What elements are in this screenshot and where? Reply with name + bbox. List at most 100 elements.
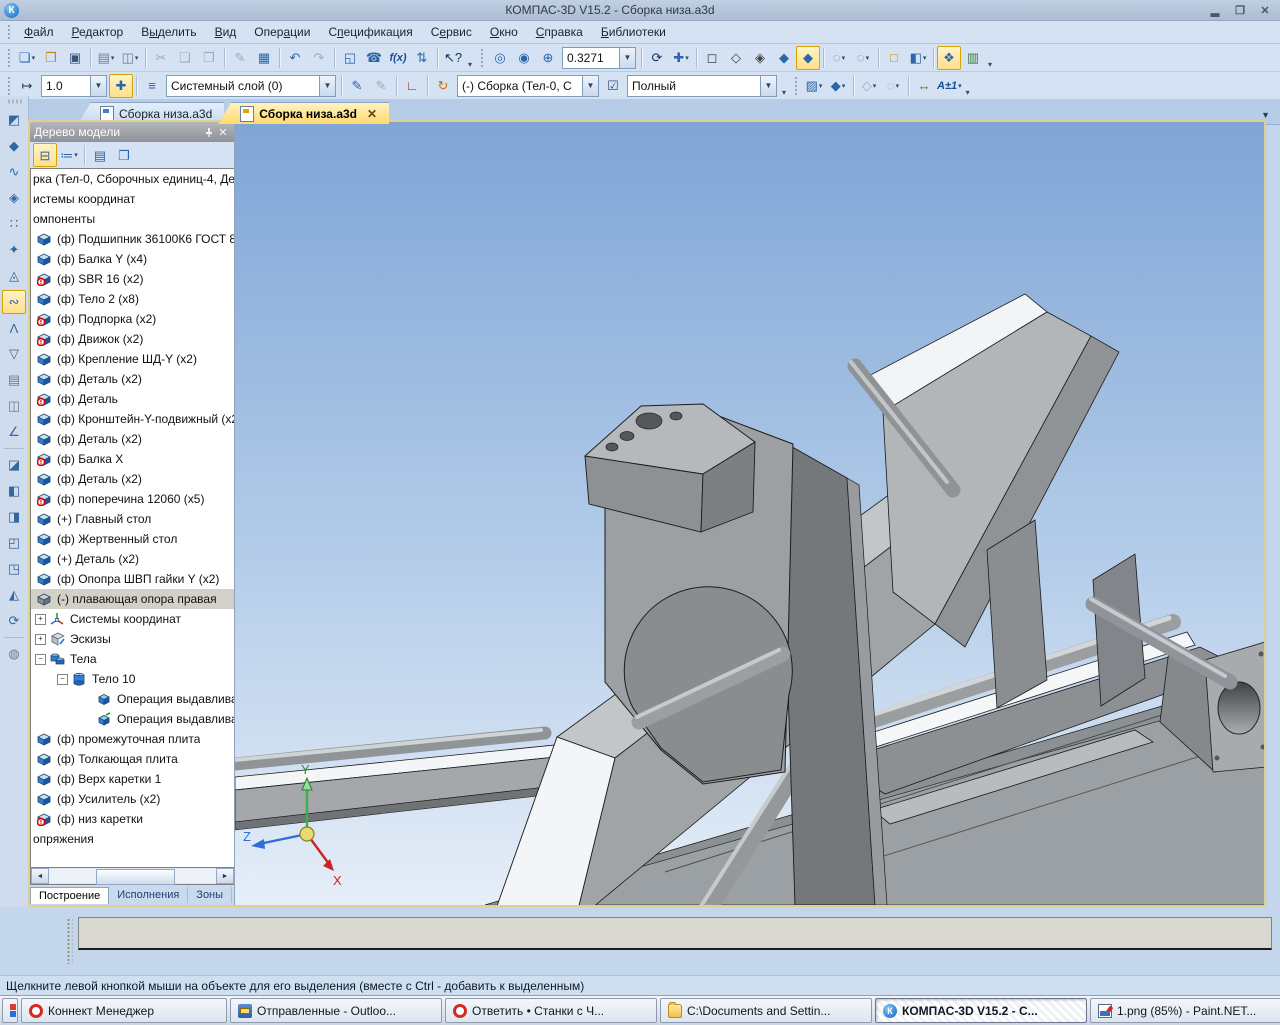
step-button[interactable]: ↦ — [15, 74, 39, 98]
dropdown-icon[interactable]: ▾ — [819, 82, 823, 90]
coordinate-system-button[interactable]: ∟ — [400, 74, 424, 98]
toolbar-grip[interactable] — [6, 75, 11, 97]
cut-button[interactable]: ✂ — [149, 46, 173, 70]
menu-библиотеки[interactable]: Библиотеки — [592, 23, 675, 41]
shaded-edges-mode-button[interactable]: ◆ — [796, 46, 820, 70]
tree-expand-icon[interactable]: − — [57, 674, 68, 685]
panel-direct-edit-button[interactable]: ✦ — [2, 238, 26, 262]
scale-combo[interactable]: 0.3271▼ — [562, 47, 636, 69]
tree-item[interactable]: (ф) низ каретки — [31, 809, 234, 829]
panel-body-1-button[interactable]: ◳ — [2, 557, 26, 581]
pin-icon[interactable] — [202, 125, 216, 139]
panel-conditional-view-button[interactable]: ∠ — [2, 420, 26, 444]
dropdown-icon[interactable]: ▾ — [842, 54, 846, 62]
menu-вид[interactable]: Вид — [206, 23, 246, 41]
auto-dimension-button[interactable]: ↔ — [912, 74, 936, 98]
kompas-master-button[interactable]: ☎ — [362, 46, 386, 70]
hatch-button[interactable]: ▨▾ — [802, 74, 826, 98]
tree-item[interactable]: (ф) Деталь (x2) — [31, 369, 234, 389]
panel-arrays-button[interactable]: ∷ — [2, 212, 26, 236]
panel-plane-4-button[interactable]: ◰ — [2, 531, 26, 555]
model-tree-header[interactable]: Дерево модели ✕ — [30, 122, 234, 142]
hidden-removed-mode-button[interactable]: ◇ — [724, 46, 748, 70]
toolbar-overflow-icon[interactable]: ▾ — [963, 88, 973, 99]
taskbar-button[interactable]: C:\Documents and Settin... — [660, 998, 872, 1023]
fx-button[interactable]: f(x) — [386, 46, 410, 70]
tree-item[interactable]: (-) плавающая опора правая — [31, 589, 234, 609]
dropdown-icon[interactable]: ▼ — [90, 76, 106, 96]
orientation-button[interactable]: ◧▾ — [906, 46, 930, 70]
tree-item[interactable]: (ф) Верх каретки 1 — [31, 769, 234, 789]
print-button[interactable]: ▤▾ — [94, 46, 118, 70]
scrollbar-thumb[interactable] — [96, 869, 175, 885]
property-bar-grip[interactable] — [66, 918, 73, 964]
hidden-thin-mode-button[interactable]: ◈ — [748, 46, 772, 70]
dropdown-icon[interactable]: ▼ — [760, 76, 776, 96]
dropdown-icon[interactable]: ▾ — [685, 54, 689, 62]
hide-components-button[interactable]: ◌▾ — [827, 46, 851, 70]
tree-report-button[interactable]: ❐ — [112, 143, 136, 167]
context-help-button[interactable]: ↖? — [441, 46, 465, 70]
tree-tab-зоны[interactable]: Зоны — [188, 887, 232, 903]
tree-composition-button[interactable]: ≔▾ — [57, 143, 81, 167]
dropdown-icon[interactable]: ▾ — [923, 54, 927, 62]
exchange-button[interactable]: ⇅ — [410, 46, 434, 70]
app-icon[interactable]: К — [4, 3, 19, 18]
tree-item[interactable]: (ф) Тело 2 (x8) — [31, 289, 234, 309]
tree-item[interactable]: (ф) Кронштейн-Y-подвижный (x2) — [31, 409, 234, 429]
panel-measure-button[interactable]: Λ — [2, 316, 26, 340]
tree-item[interactable]: −Тело 10 — [31, 669, 234, 689]
print-preview-button[interactable]: ◫▾ — [118, 46, 142, 70]
menu-выделить[interactable]: Выделить — [132, 23, 205, 41]
panel-rotate-button[interactable]: ⟳ — [2, 609, 26, 633]
menu-редактор[interactable]: Редактор — [63, 23, 133, 41]
toolbar-overflow-icon[interactable]: ▾ — [985, 60, 995, 71]
tree-relations-button[interactable]: ▤ — [88, 143, 112, 167]
open-button[interactable]: ❐ — [39, 46, 63, 70]
tree-item[interactable]: (ф) Деталь — [31, 389, 234, 409]
fill-color-button[interactable]: ◌▾ — [881, 74, 905, 98]
tree-item[interactable]: (ф) Деталь (x2) — [31, 429, 234, 449]
dropdown-icon[interactable]: ▾ — [32, 54, 36, 62]
tab-overflow-button[interactable]: ▼ — [1261, 110, 1270, 120]
dropdown-icon[interactable]: ▾ — [135, 54, 139, 62]
dimensions-tree-button[interactable]: ▥ — [961, 46, 985, 70]
save-button[interactable]: ▣ — [63, 46, 87, 70]
panel-plane-2-button[interactable]: ◧ — [2, 479, 26, 503]
tree-item[interactable]: (ф) SBR 16 (x2) — [31, 269, 234, 289]
3d-viewport[interactable]: Y Z X — [235, 122, 1264, 905]
tree-item[interactable]: рка (Тел-0, Сборочных единиц-4, Де — [31, 169, 234, 189]
fill-button[interactable]: ◆▾ — [826, 74, 850, 98]
panel-filters-button[interactable]: ▽ — [2, 342, 26, 366]
tree-item[interactable]: (ф) Подпорка (x2) — [31, 309, 234, 329]
dropdown-icon[interactable]: ▼ — [619, 48, 635, 68]
tree-item[interactable]: (ф) Движок (x2) — [31, 329, 234, 349]
variables-window-button[interactable]: ◱ — [338, 46, 362, 70]
tree-item[interactable]: истемы координат — [31, 189, 234, 209]
toolbar-grip[interactable] — [793, 75, 798, 97]
menu-окно[interactable]: Окно — [481, 23, 527, 41]
tree-item[interactable]: (+) Главный стол — [31, 509, 234, 529]
shaded-mode-button[interactable]: ◆ — [772, 46, 796, 70]
object-list-button[interactable]: ☑ — [601, 74, 625, 98]
panel-reports-button[interactable]: ◫ — [2, 394, 26, 418]
hide-objects-button[interactable]: ◌▾ — [851, 46, 875, 70]
tree-item[interactable]: (ф) Опопра ШВП гайки Y (x2) — [31, 569, 234, 589]
local-frame-button[interactable]: □ — [882, 46, 906, 70]
taskbar-button[interactable]: Ответить • Станки с Ч... — [445, 998, 657, 1023]
tree-expand-icon[interactable]: + — [35, 614, 46, 625]
fill-style-button[interactable]: ◇▾ — [857, 74, 881, 98]
zoom-selection-button[interactable]: ◉ — [512, 46, 536, 70]
menu-справка[interactable]: Справка — [527, 23, 592, 41]
properties-button[interactable]: ▦ — [252, 46, 276, 70]
tree-item[interactable]: +Эскизы — [31, 629, 234, 649]
compact-panel-grip[interactable] — [6, 99, 23, 104]
start-button[interactable]: Пуск — [2, 998, 18, 1023]
tree-item[interactable]: −Тела — [31, 649, 234, 669]
pan-view-button[interactable]: ✚▾ — [669, 46, 693, 70]
zoom-in-out-button[interactable]: ⊕ — [536, 46, 560, 70]
dropdown-icon[interactable]: ▾ — [74, 151, 78, 159]
panel-solid-modeling-button[interactable]: ◩ — [2, 108, 26, 132]
tree-item[interactable]: (ф) Балка X — [31, 449, 234, 469]
edit-component-button[interactable]: ↻ — [431, 74, 455, 98]
